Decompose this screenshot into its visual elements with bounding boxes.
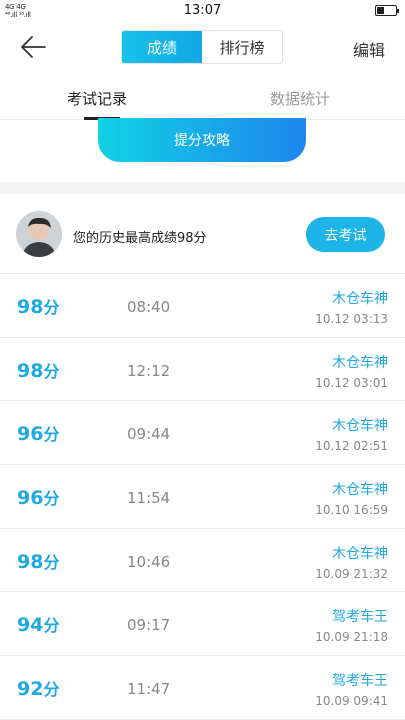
list-item[interactable]: 98分 10:46 木仓车神 10.09 21:32: [0, 529, 405, 593]
record-score: 98分: [17, 550, 60, 573]
record-score: 98分: [17, 359, 60, 382]
record-score: 94分: [17, 614, 60, 637]
header: 成绩 排行榜 编辑: [0, 22, 405, 74]
record-date: 10.12 03:01: [315, 375, 388, 390]
records-list: 98分 08:40 木仓车神 10.12 03:13 98分 12:12 木仓车…: [0, 274, 405, 720]
record-score: 92分: [17, 678, 60, 701]
back-button[interactable]: [18, 34, 48, 60]
list-item[interactable]: 96分 09:44 木仓车神 10.12 02:51: [0, 401, 405, 466]
tab-statistics[interactable]: 数据统计: [270, 88, 330, 109]
best-score-text: 您的历史最高成绩98分: [73, 231, 207, 246]
record-date: 10.12 02:51: [315, 439, 388, 454]
record-score: 96分: [17, 423, 60, 446]
record-date: 10.09 21:18: [315, 630, 388, 645]
best-score-panel: 您的历史最高成绩98分 去考试: [0, 194, 405, 274]
record-duration: 12:12: [127, 361, 171, 380]
tab-leaderboard[interactable]: 排行榜: [202, 31, 282, 63]
status-time: 13:07: [183, 3, 222, 18]
edit-button[interactable]: 编辑: [353, 37, 385, 61]
list-item[interactable]: 98分 12:12 木仓车神 10.12 03:01: [0, 338, 405, 402]
record-title: 驾考车王: [332, 673, 388, 690]
record-duration: 10:46: [127, 552, 171, 571]
record-title: 木仓车神: [332, 418, 388, 435]
record-title: 木仓车神: [332, 354, 388, 371]
record-date: 10.12 03:13: [315, 312, 388, 326]
sub-tabs: 考试记录 数据统计: [0, 74, 405, 120]
record-title: 驾考车王: [332, 609, 388, 626]
go-exam-button[interactable]: 去考试: [306, 217, 385, 252]
list-item[interactable]: 98分 08:40 木仓车神 10.12 03:13: [0, 274, 405, 338]
record-duration: 09:17: [127, 616, 171, 635]
avatar: [16, 211, 62, 257]
tab-scores[interactable]: 成绩: [122, 31, 202, 63]
arrow-left-icon: [21, 36, 46, 58]
record-duration: 11:54: [127, 489, 171, 508]
record-date: 10.10 16:59: [315, 503, 388, 518]
record-date: 10.09 21:32: [315, 566, 388, 581]
record-duration: 11:47: [127, 680, 171, 699]
battery-icon: [375, 5, 399, 16]
record-duration: 08:40: [127, 298, 171, 316]
segmented-control: 成绩 排行榜: [121, 30, 283, 64]
record-duration: 09:44: [127, 425, 171, 444]
record-score: 96分: [17, 487, 60, 510]
strategy-button[interactable]: 提分攻略: [98, 118, 306, 162]
record-title: 木仓车神: [332, 545, 388, 562]
list-item[interactable]: 96分 11:54 木仓车神 10.10 16:59: [0, 465, 405, 529]
list-item[interactable]: 92分 11:47 驾考车王 10.09 09:41: [0, 656, 405, 720]
record-score: 98分: [17, 296, 60, 318]
tab-exam-records[interactable]: 考试记录: [67, 88, 127, 109]
record-title: 木仓车神: [332, 482, 388, 499]
status-bar: 4G 4G ⁴⁶.ıll ¹⁶.ıll 13:07: [0, 0, 405, 22]
record-title: 木仓车神: [332, 291, 388, 307]
list-item[interactable]: 94分 09:17 驾考车王 10.09 21:18: [0, 592, 405, 657]
section-divider: [0, 182, 405, 194]
record-date: 10.09 09:41: [315, 694, 388, 709]
